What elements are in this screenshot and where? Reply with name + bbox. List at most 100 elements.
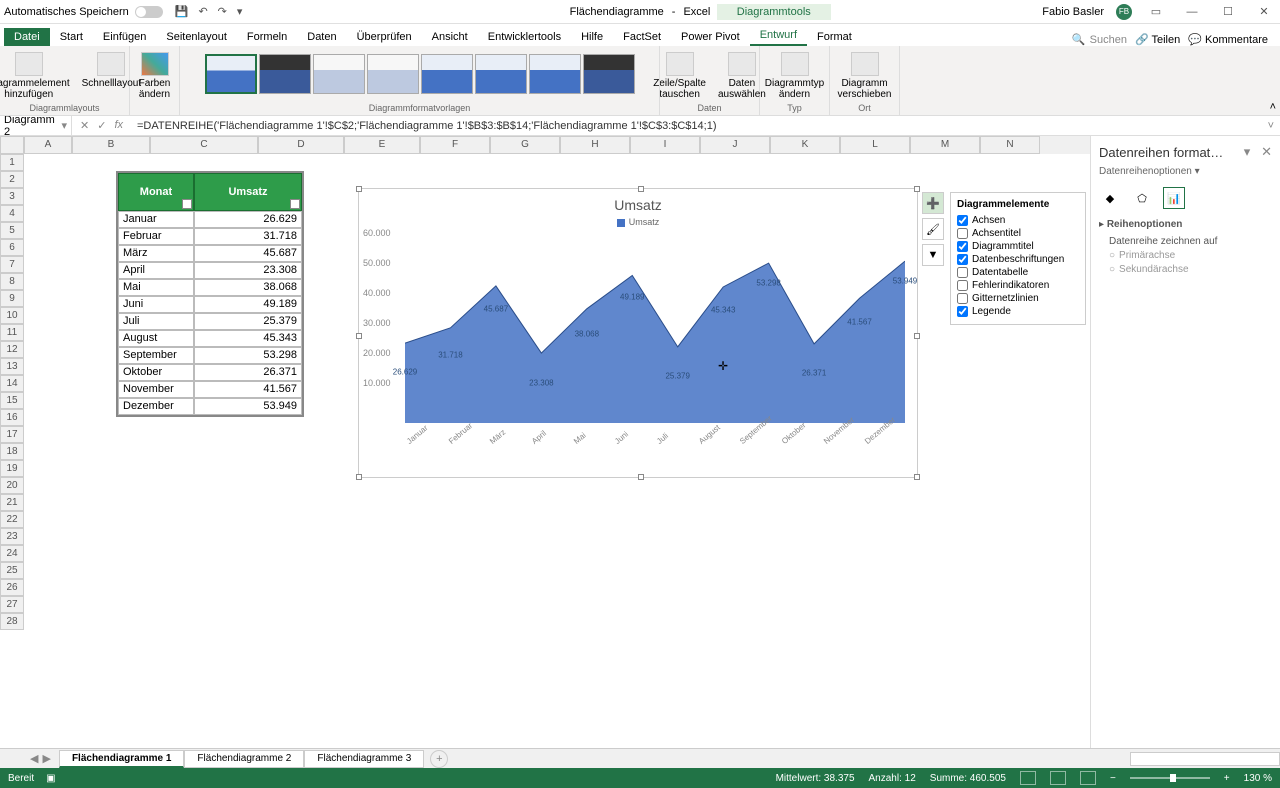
column-header[interactable]: F <box>420 136 490 154</box>
table-row[interactable]: Februar31.718 <box>118 228 302 245</box>
record-macro-icon[interactable]: ▣ <box>46 773 55 784</box>
row-header[interactable]: 7 <box>0 256 24 273</box>
change-colors-button[interactable]: Farben ändern <box>133 50 177 102</box>
chart-style-8[interactable] <box>583 54 635 94</box>
pane-subtitle[interactable]: Datenreihenoptionen ▾ <box>1099 166 1272 177</box>
section-header[interactable]: ▸ Reihenoptionen <box>1099 219 1272 230</box>
chart-style-3[interactable] <box>313 54 365 94</box>
row-header[interactable]: 8 <box>0 273 24 290</box>
chart-element-option[interactable]: Datentabelle <box>957 266 1079 279</box>
undo-icon[interactable]: ↶ <box>198 5 207 18</box>
cell-value[interactable]: 25.379 <box>194 313 302 330</box>
checkbox[interactable] <box>957 215 968 226</box>
effects-tab-icon[interactable]: ⬠ <box>1131 187 1153 209</box>
column-header[interactable]: E <box>344 136 420 154</box>
table-row[interactable]: November41.567 <box>118 381 302 398</box>
table-row[interactable]: Oktober26.371 <box>118 364 302 381</box>
column-header[interactable]: A <box>24 136 72 154</box>
formula-input[interactable]: =DATENREIHE('Flächendiagramme 1'!$C$2;'F… <box>131 120 1262 132</box>
column-header[interactable]: M <box>910 136 980 154</box>
checkbox[interactable] <box>957 280 968 291</box>
zoom-level[interactable]: 130 % <box>1244 773 1272 784</box>
row-header[interactable]: 9 <box>0 290 24 307</box>
data-label[interactable]: 25.379 <box>665 372 689 381</box>
cell-month[interactable]: September <box>118 347 194 364</box>
cell-value[interactable]: 26.371 <box>194 364 302 381</box>
row-header[interactable]: 20 <box>0 477 24 494</box>
worksheet-area[interactable]: ABCDEFGHIJKLMN 1234567891011121314151617… <box>0 136 1090 748</box>
table-row[interactable]: Juni49.189 <box>118 296 302 313</box>
row-header[interactable]: 26 <box>0 579 24 596</box>
row-header[interactable]: 5 <box>0 222 24 239</box>
close-icon[interactable]: ✕ <box>1252 5 1276 18</box>
cell-value[interactable]: 31.718 <box>194 228 302 245</box>
table-row[interactable]: Dezember53.949 <box>118 398 302 415</box>
expand-formula-bar-icon[interactable]: ˅ <box>1262 120 1280 132</box>
tab-hilfe[interactable]: Hilfe <box>571 28 613 46</box>
chart-element-option[interactable]: Gitternetzlinien <box>957 292 1079 305</box>
move-chart-button[interactable]: Diagramm verschieben <box>832 50 898 102</box>
chart-element-option[interactable]: Achsen <box>957 214 1079 227</box>
column-header[interactable]: N <box>980 136 1040 154</box>
table-row[interactable]: März45.687 <box>118 245 302 262</box>
customize-icon[interactable]: ▾ <box>237 5 243 18</box>
share-button[interactable]: 🔗 Teilen <box>1135 33 1180 46</box>
data-label[interactable]: 31.718 <box>438 351 462 360</box>
row-header[interactable]: 4 <box>0 205 24 222</box>
zoom-slider[interactable] <box>1130 777 1210 779</box>
filter-button-month[interactable]: ▾ <box>182 199 192 209</box>
table-row[interactable]: Mai38.068 <box>118 279 302 296</box>
row-header[interactable]: 2 <box>0 171 24 188</box>
column-header[interactable]: L <box>840 136 910 154</box>
tab-power pivot[interactable]: Power Pivot <box>671 28 750 46</box>
data-label[interactable]: 23.308 <box>529 379 553 388</box>
cell-value[interactable]: 45.687 <box>194 245 302 262</box>
tab-einfügen[interactable]: Einfügen <box>93 28 156 46</box>
chart-styles-button[interactable]: 🖌 <box>922 218 944 240</box>
chart-elements-button[interactable]: ➕ <box>922 192 944 214</box>
tab-daten[interactable]: Daten <box>297 28 346 46</box>
table-row[interactable]: Juli25.379 <box>118 313 302 330</box>
primary-axis-radio[interactable]: ○ Primärachse <box>1109 250 1272 261</box>
cell-month[interactable]: November <box>118 381 194 398</box>
checkbox[interactable] <box>957 254 968 265</box>
tab-entwurf[interactable]: Entwurf <box>750 26 807 46</box>
data-label[interactable]: 41.567 <box>847 318 871 327</box>
horizontal-scrollbar[interactable] <box>1130 752 1280 766</box>
table-header-month[interactable]: Monat▾ <box>118 173 194 211</box>
row-header[interactable]: 23 <box>0 528 24 545</box>
chart-styles-gallery[interactable] <box>201 50 639 98</box>
filter-button-value[interactable]: ▾ <box>290 199 300 209</box>
page-break-view-icon[interactable] <box>1080 771 1096 785</box>
cell-month[interactable]: April <box>118 262 194 279</box>
cell-month[interactable]: Mai <box>118 279 194 296</box>
column-header[interactable]: K <box>770 136 840 154</box>
row-header[interactable]: 14 <box>0 375 24 392</box>
row-header[interactable]: 3 <box>0 188 24 205</box>
column-header[interactable]: C <box>150 136 258 154</box>
close-pane-icon[interactable]: ✕ <box>1261 144 1272 159</box>
collapse-ribbon-icon[interactable]: ˄ <box>1270 101 1276 113</box>
row-header[interactable]: 13 <box>0 358 24 375</box>
change-chart-type-button[interactable]: Diagrammtyp ändern <box>759 50 830 102</box>
chart-style-7[interactable] <box>529 54 581 94</box>
data-label[interactable]: 53.949 <box>893 277 917 286</box>
tab-file[interactable]: Datei <box>4 28 50 46</box>
add-chart-element-button[interactable]: Diagrammelement hinzufügen <box>0 50 76 102</box>
ribbon-display-options-icon[interactable]: ▭ <box>1144 5 1168 18</box>
data-label[interactable]: 38.068 <box>575 330 599 339</box>
new-sheet-button[interactable]: + <box>430 750 448 768</box>
chart-style-4[interactable] <box>367 54 419 94</box>
data-label[interactable]: 49.189 <box>620 293 644 302</box>
cell-value[interactable]: 41.567 <box>194 381 302 398</box>
row-header[interactable]: 25 <box>0 562 24 579</box>
checkbox[interactable] <box>957 241 968 252</box>
row-header[interactable]: 17 <box>0 426 24 443</box>
search-box[interactable]: 🔍 Suchen <box>1072 33 1127 46</box>
page-layout-view-icon[interactable] <box>1050 771 1066 785</box>
data-label[interactable]: 53.298 <box>756 279 780 288</box>
sheet-tab[interactable]: Flächendiagramme 3 <box>304 750 424 768</box>
chart-style-6[interactable] <box>475 54 527 94</box>
column-header[interactable]: H <box>560 136 630 154</box>
column-header[interactable]: I <box>630 136 700 154</box>
